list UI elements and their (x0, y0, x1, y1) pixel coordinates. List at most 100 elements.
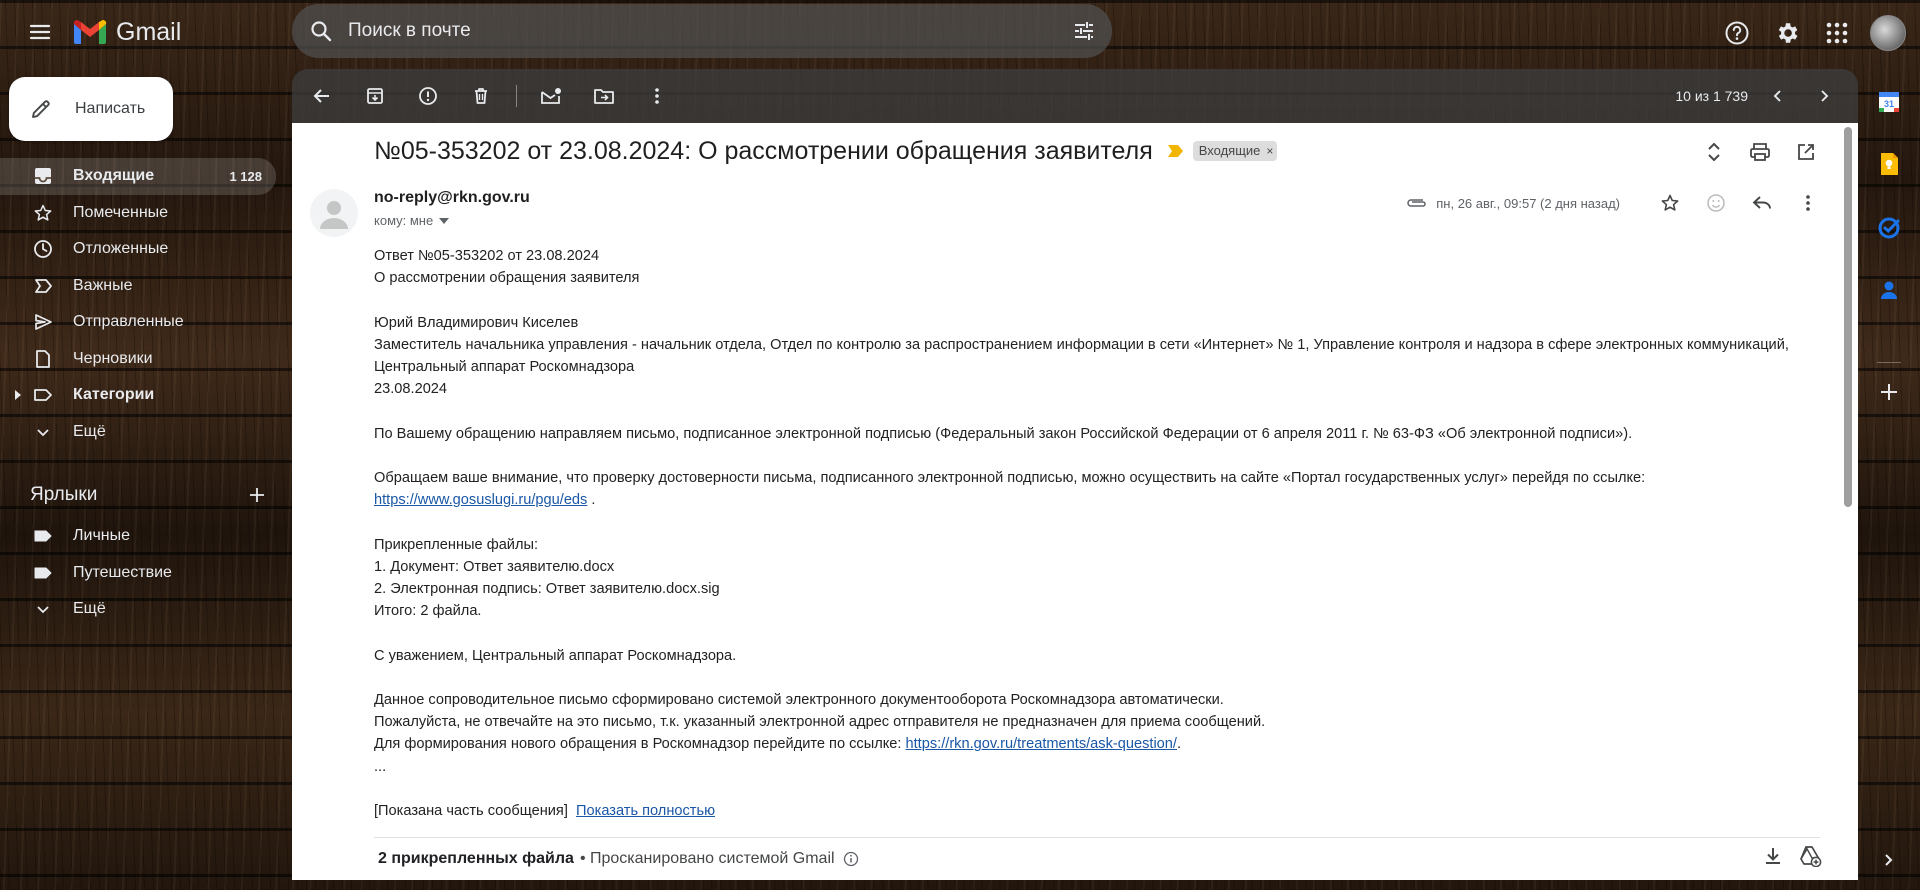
label-item-label: Личные (73, 527, 131, 545)
hide-side-panel-button[interactable] (1871, 842, 1907, 878)
info-icon[interactable] (843, 851, 859, 867)
inbox-label-chip[interactable]: Входящие × (1192, 141, 1278, 161)
keep-app-button[interactable] (1871, 146, 1907, 182)
body-line: Итого: 2 файла. (374, 603, 482, 620)
download-all-icon[interactable] (1762, 845, 1784, 867)
reply-button[interactable] (1744, 185, 1780, 221)
message-more-button[interactable] (1790, 185, 1826, 221)
search-button[interactable] (294, 19, 348, 43)
email-subject: №05-353202 от 23.08.2024: О рассмотрении… (374, 136, 1153, 165)
clock-icon (32, 239, 54, 259)
recipient-row[interactable]: кому: мне (374, 213, 450, 228)
side-panel-divider (1877, 362, 1901, 363)
attachments-actions (1762, 845, 1822, 867)
show-full-message-link[interactable]: Показать полностью (576, 803, 715, 819)
add-reaction-button[interactable] (1698, 185, 1734, 221)
email-scrollbar[interactable] (1838, 123, 1858, 880)
more-actions-button[interactable] (637, 76, 677, 116)
sidebar-item-sent[interactable]: Отправленные (0, 304, 276, 341)
body-line: Данное сопроводительное письмо сформиров… (374, 691, 1224, 708)
expand-all-button[interactable] (1696, 134, 1732, 170)
sidebar-item-drafts[interactable]: Черновики (0, 341, 276, 378)
add-label-icon[interactable] (248, 486, 266, 504)
open-in-new-icon (1798, 144, 1814, 160)
label-item-personal[interactable]: Личные (0, 518, 276, 555)
open-in-new-window-button[interactable] (1788, 134, 1824, 170)
gosuslugi-link[interactable]: https://www.gosuslugi.ru/pgu/eds (374, 492, 587, 508)
caret-down-icon (439, 217, 450, 224)
report-spam-icon (419, 87, 437, 105)
body-line: Для формирования нового обращения в Роск… (374, 733, 1824, 755)
get-addons-button[interactable] (1871, 374, 1907, 410)
pagination: 10 из 1 739 (1675, 76, 1850, 116)
settings-button[interactable] (1764, 10, 1810, 56)
search-input[interactable]: Поиск в почте (348, 20, 1056, 42)
sidebar-item-important[interactable]: Важные (0, 268, 276, 305)
labels-title: Ярлыки (30, 484, 98, 505)
compose-label: Написать (75, 100, 146, 117)
rkn-ask-question-link[interactable]: https://rkn.gov.ru/treatments/ask-questi… (906, 736, 1177, 752)
body-line: О рассмотрении обращения заявителя (374, 270, 640, 287)
report-spam-button[interactable] (408, 76, 448, 116)
search-bar[interactable]: Поиск в почте (292, 4, 1112, 58)
scrollbar-thumb[interactable] (1844, 127, 1852, 507)
archive-button[interactable] (355, 76, 395, 116)
sidebar-item-snoozed[interactable]: Отложенные (0, 231, 276, 268)
gmail-logo[interactable]: Gmail (72, 14, 181, 50)
compose-button[interactable]: Написать (9, 77, 173, 141)
back-button[interactable] (302, 76, 342, 116)
chevron-right-icon (1821, 90, 1829, 102)
reply-icon (1752, 196, 1771, 209)
star-button[interactable] (1652, 185, 1688, 221)
hamburger-menu-icon (29, 24, 51, 40)
contacts-app-button[interactable] (1871, 272, 1907, 308)
sender-avatar[interactable] (310, 189, 358, 237)
important-marker-icon[interactable] (1167, 144, 1185, 158)
delete-button[interactable] (461, 76, 501, 116)
sidebar-item-label: Отправленные (73, 313, 184, 331)
sidebar-item-more[interactable]: Ещё (0, 414, 276, 451)
tune-icon (1075, 22, 1093, 40)
support-button[interactable] (1714, 10, 1760, 56)
main-menu-button[interactable] (20, 12, 60, 52)
calendar-day: 31 (1884, 99, 1894, 109)
tasks-app-button[interactable] (1871, 210, 1907, 246)
mark-unread-button[interactable] (531, 76, 571, 116)
add-to-drive-icon[interactable] (1798, 845, 1822, 867)
sender-address[interactable]: no-reply@rkn.gov.ru (374, 189, 530, 207)
message-meta: пн, 26 авг., 09:57 (2 дня назад) (1406, 185, 1826, 221)
body-line: 1. Документ: Ответ заявителю.docx (374, 558, 615, 575)
more-vert-icon (655, 88, 659, 104)
remove-label-icon[interactable]: × (1266, 144, 1273, 158)
body-line: 23.08.2024 (374, 381, 448, 398)
older-button[interactable] (1804, 76, 1844, 116)
sidebar-item-starred[interactable]: Помеченные (0, 195, 276, 232)
label-chip-text: Входящие (1198, 143, 1261, 158)
sidebar-item-inbox[interactable]: Входящие 1 128 (0, 158, 276, 195)
app-name: Gmail (116, 17, 182, 46)
google-apps-button[interactable] (1814, 10, 1860, 56)
chevron-right-icon (1885, 854, 1893, 866)
body-line: По Вашему обращению направляем письмо, п… (374, 425, 1633, 442)
body-line: Ответ №05-353202 от 23.08.2024 (374, 248, 600, 264)
link-suffix: . (587, 492, 596, 509)
trash-icon (475, 88, 487, 104)
body-ellipsis[interactable]: ... (374, 756, 1824, 778)
sidebar-item-categories[interactable]: Категории (0, 377, 276, 414)
move-to-button[interactable] (584, 76, 624, 116)
sidebar-item-label: Помеченные (73, 203, 169, 221)
star-icon (32, 203, 54, 223)
label-item-travel[interactable]: Путешествие (0, 555, 276, 592)
trimmed-notice: [Показана часть сообщения] Показать полн… (374, 800, 1824, 822)
body-line: https://www.gosuslugi.ru/pgu/eds . (374, 489, 1824, 511)
attachments-header: 2 прикрепленных файла • Просканировано с… (378, 850, 859, 868)
sidebar-item-label: Категории (73, 386, 155, 404)
newer-button[interactable] (1758, 76, 1798, 116)
account-avatar[interactable] (1870, 15, 1906, 51)
body-line: Заместитель начальника управления - нача… (374, 336, 1789, 375)
search-options-button[interactable] (1056, 19, 1112, 43)
print-button[interactable] (1742, 134, 1778, 170)
label-item-more[interactable]: Ещё (0, 591, 276, 628)
calendar-app-button[interactable]: 31 (1871, 84, 1907, 120)
chevron-left-icon (1773, 90, 1781, 102)
